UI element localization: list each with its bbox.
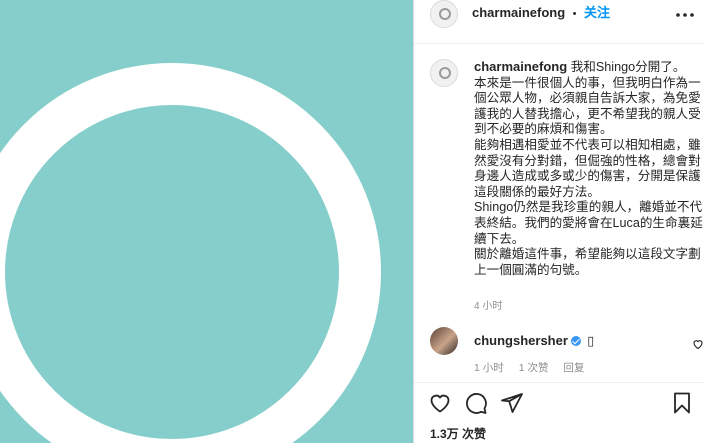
comment-bubble-icon[interactable] [464, 391, 488, 415]
comment-meta: 1 小时 1 次赞 回复 [474, 360, 596, 375]
post-image[interactable] [0, 0, 413, 443]
likes-count[interactable]: 1.3万 次赞 [430, 425, 486, 442]
post-caption: charmainefong 我和Shingo分開了。 本來是一件很個人的事，但我… [474, 59, 704, 278]
caption-avatar[interactable] [430, 59, 458, 87]
caption-timestamp[interactable]: 4 小时 [474, 297, 502, 312]
caption-username[interactable]: charmainefong [474, 59, 567, 74]
post-actions-bar [414, 382, 704, 423]
caption-line: Shingo仍然是我珍重的親人，離婚並不代表終結。我們的愛將會在Luca的生命裏… [474, 200, 703, 246]
header-separator: • [572, 8, 577, 20]
caption-line: 關於離婚這件事，希望能夠以這段文字劃上一個圓滿的句號。 [474, 247, 701, 277]
follow-button[interactable]: 关注 [584, 5, 610, 20]
more-options-icon[interactable] [675, 5, 695, 23]
like-heart-icon[interactable] [428, 391, 452, 415]
comment-body: chungshersher ▯ [474, 333, 594, 348]
post-side-panel: charmainefong • 关注 charmainefong 我和Shing… [413, 0, 704, 443]
caption-line: 本來是一件很個人的事，但我明白作為一個公眾人物，必須親自告訴大家，為免愛護我的人… [474, 75, 701, 137]
instagram-post-view: charmainefong • 关注 charmainefong 我和Shing… [0, 0, 704, 443]
author-avatar[interactable] [430, 0, 458, 28]
comment-like-heart-icon[interactable] [692, 337, 704, 355]
commenter-username[interactable]: chungshersher [474, 333, 568, 348]
post-header: charmainefong • 关注 [414, 0, 704, 44]
share-paper-plane-icon[interactable] [500, 391, 524, 415]
white-ring-graphic [0, 63, 381, 443]
caption-line: 能夠相遇相愛並不代表可以相知相處，雖然愛沒有分對錯，但倔強的性格，總會對身邊人造… [474, 137, 701, 199]
author-username[interactable]: charmainefong [472, 5, 565, 20]
save-bookmark-icon[interactable] [670, 391, 694, 415]
comment-reply-button[interactable]: 回复 [563, 362, 584, 374]
commenter-avatar[interactable] [430, 327, 458, 355]
header-text: charmainefong • 关注 [472, 2, 610, 22]
comment-text: ▯ [587, 334, 595, 348]
caption-line: 我和Shingo分開了。 [570, 60, 686, 74]
comment-time[interactable]: 1 小时 [474, 362, 504, 374]
verified-badge-icon [570, 336, 581, 346]
comment-item: chungshersher ▯ 1 小时 1 次赞 回复 [430, 327, 704, 377]
comment-likes[interactable]: 1 次赞 [519, 362, 549, 374]
